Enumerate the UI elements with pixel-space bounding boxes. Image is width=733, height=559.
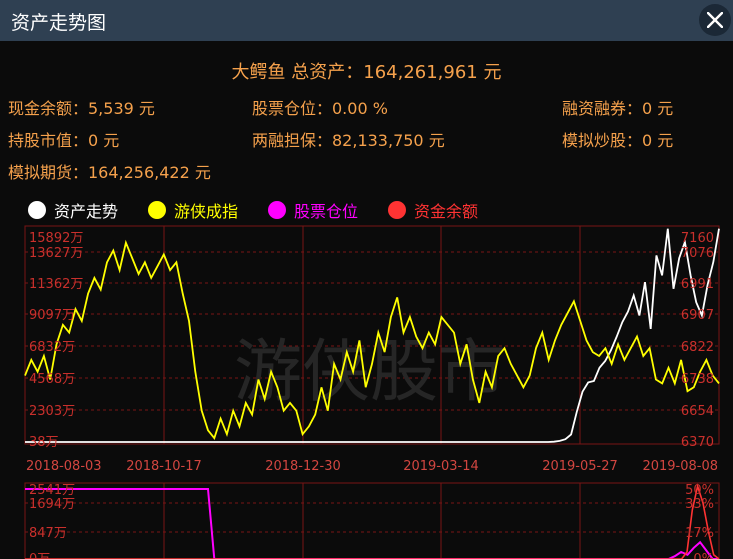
position-chart-lines [25, 483, 720, 559]
y-right-tick-label: 6370 [681, 435, 714, 450]
sub-y-left-tick-label: 0万 [29, 552, 50, 559]
y-right-tick-label: 6907 [681, 308, 714, 323]
sub-y-left-tick-label: 2541万 [29, 483, 75, 498]
sub-y-right-tick-label: 33% [685, 497, 714, 512]
x-tick-label: 2018-10-17 [126, 459, 202, 474]
y-left-tick-label: 15892万 [29, 231, 83, 246]
position-chart-frame [24, 482, 720, 559]
y-left-tick-label: 11362万 [29, 277, 83, 292]
x-tick-label: 2018-12-30 [265, 459, 341, 474]
y-right-tick-label: 6822 [681, 340, 714, 355]
y-left-tick-label: 6832万 [29, 340, 75, 355]
y-left-tick-label: 2303万 [29, 404, 75, 419]
x-tick-label: 2019-05-27 [542, 459, 618, 474]
y-right-tick-label: 6738 [681, 372, 714, 387]
sub-y-left-tick-label: 1694万 [29, 497, 75, 512]
sub-y-left-tick-label: 847万 [29, 526, 67, 541]
x-tick-label: 2019-08-08 [642, 459, 718, 474]
x-tick-label: 2019-03-14 [403, 459, 479, 474]
series-line-position [25, 488, 719, 559]
y-right-tick-label: 7076 [681, 246, 714, 261]
y-left-tick-label: 9097万 [29, 308, 75, 323]
position-chart-grid [24, 482, 720, 559]
sub-y-right-tick-label: 17% [685, 526, 714, 541]
x-tick-label: 2018-08-03 [26, 459, 102, 474]
sub-y-right-tick-label: 0% [693, 552, 714, 559]
sub-y-right-tick-label: 50% [685, 483, 714, 498]
y-right-tick-label: 7160 [681, 231, 714, 246]
asset-trend-chart: 游侠股市 15892万13627万11362万9097万6832万4568万23… [24, 225, 720, 559]
y-left-tick-label: 13627万 [29, 246, 83, 261]
y-right-tick-label: 6991 [681, 277, 714, 292]
y-right-tick-label: 6654 [681, 404, 714, 419]
series-line-cash [25, 483, 720, 559]
y-left-tick-label: 4568万 [29, 372, 75, 387]
y-left-tick-label: 38万 [29, 435, 59, 450]
